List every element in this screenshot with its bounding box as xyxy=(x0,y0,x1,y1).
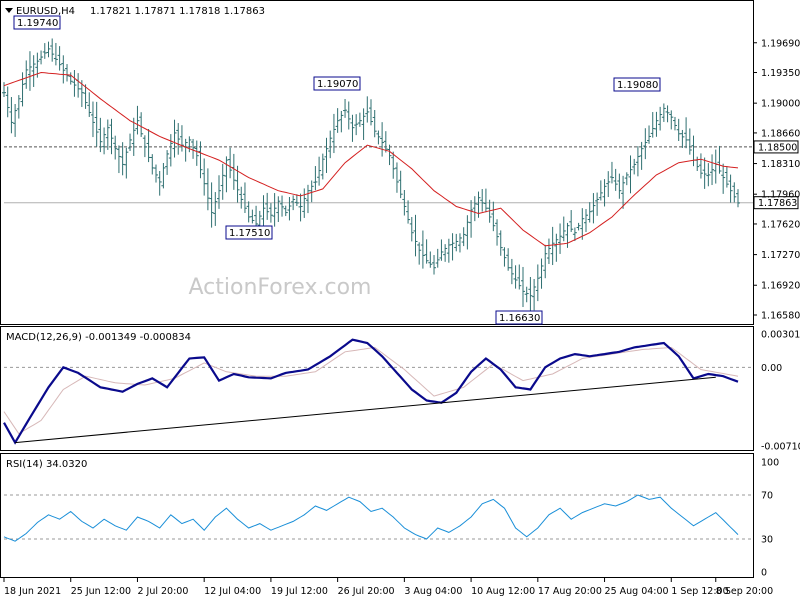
rsi-y-tick-label: 30 xyxy=(761,535,773,546)
x-tick-label: 25 Aug 04:00 xyxy=(605,586,669,597)
symbol-header: EURUSD,H4 1.17821 1.17871 1.17818 1.1786… xyxy=(5,6,265,17)
macd-y-tick-label: 0.003012 xyxy=(761,330,800,341)
callout-label: 1.19080 xyxy=(617,80,658,91)
chart-canvas: ActionForex.com 1.185001.17863 1.197401.… xyxy=(0,0,800,597)
callout-label: 1.19070 xyxy=(317,79,358,90)
rsi-title: RSI(14) 34.0320 xyxy=(6,459,87,470)
price-callout: 1.19070 xyxy=(313,76,361,91)
x-tick-label: 18 Jun 2021 xyxy=(4,586,61,597)
x-tick-label: 2 Jul 20:00 xyxy=(137,586,188,597)
price-y-tick-label: 1.19350 xyxy=(761,68,800,79)
macd-panel-frame xyxy=(0,326,754,451)
macd-y-tick-label: 0.00 xyxy=(761,363,782,374)
price-callout: 1.16630 xyxy=(495,310,543,325)
x-tick-label: 8 Sep 20:00 xyxy=(716,586,773,597)
x-tick-label: 17 Aug 20:00 xyxy=(538,586,602,597)
x-tick-label: 19 Jul 12:00 xyxy=(271,586,328,597)
price-y-tick-label: 1.19690 xyxy=(761,38,800,49)
x-tick-label: 3 Aug 04:00 xyxy=(404,586,462,597)
price-y-tick-label: 1.16920 xyxy=(761,281,800,292)
watermark: ActionForex.com xyxy=(189,275,372,300)
quote-values: 1.17821 1.17871 1.17818 1.17863 xyxy=(90,6,265,17)
resistance-price-label: 1.18500 xyxy=(758,142,797,153)
price-y-tick-label: 1.17620 xyxy=(761,219,800,230)
callout-label: 1.17510 xyxy=(229,228,270,239)
rsi-panel-frame xyxy=(0,453,754,578)
price-y-tick-label: 1.17270 xyxy=(761,250,800,261)
rsi-y-tick-label: 70 xyxy=(761,491,773,502)
price-y-tick-label: 1.18310 xyxy=(761,159,800,170)
price-y-tick-label: 1.16580 xyxy=(761,310,800,321)
x-tick-label: 10 Aug 12:00 xyxy=(471,586,535,597)
symbol-label: EURUSD,H4 xyxy=(16,6,75,17)
price-y-tick-label: 1.17960 xyxy=(761,190,800,201)
macd-y-tick-label: -0.007109 xyxy=(761,442,800,453)
x-tick-label: 25 Jun 12:00 xyxy=(71,586,131,597)
x-tick-label: 12 Jul 04:00 xyxy=(204,586,261,597)
price-callout: 1.19740 xyxy=(13,15,61,30)
rsi-y-tick-label: 100 xyxy=(761,458,779,469)
rsi-y-tick-label: 0 xyxy=(761,568,767,579)
macd-title: MACD(12,26,9) -0.001349 -0.000834 xyxy=(6,332,191,343)
callout-label: 1.19740 xyxy=(17,18,58,29)
price-callout: 1.19080 xyxy=(613,77,661,92)
price-callout: 1.17510 xyxy=(225,225,273,240)
price-y-tick-label: 1.18660 xyxy=(761,128,800,139)
price-y-tick-label: 1.19000 xyxy=(761,99,800,110)
price-panel-frame xyxy=(0,0,754,325)
x-tick-label: 26 Jul 20:00 xyxy=(338,586,395,597)
callout-label: 1.16630 xyxy=(499,313,540,324)
